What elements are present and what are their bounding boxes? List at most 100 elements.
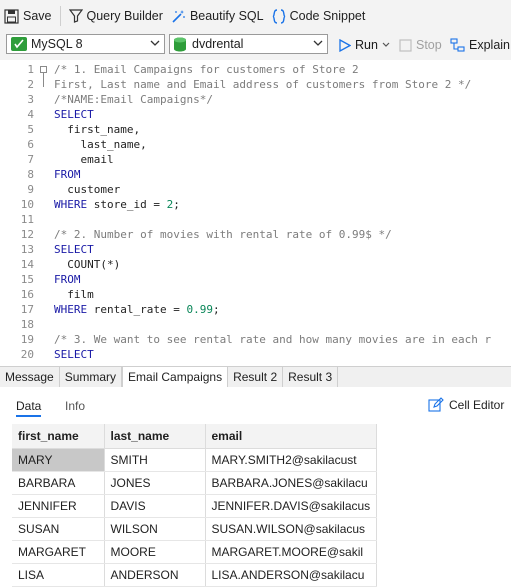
toolbar-divider	[59, 6, 61, 26]
save-label: Save	[23, 9, 52, 23]
code-token: COUNT(*)	[54, 258, 121, 271]
explain-button[interactable]: Explain	[446, 33, 511, 57]
code-token: FROM	[54, 273, 81, 286]
database-select[interactable]: dvdrental	[169, 34, 328, 54]
code-snippet-icon	[272, 8, 286, 24]
table-row[interactable]: SUSAN WILSON SUSAN.WILSON@sakilacus	[12, 517, 378, 541]
table-cell[interactable]: BARBARA.JONES@sakilacu	[205, 471, 378, 495]
column-header[interactable]: first_name	[12, 424, 105, 449]
line-number: 18	[20, 318, 34, 331]
table-cell[interactable]: MARY.SMITH2@sakilacust	[205, 448, 378, 472]
table-cell[interactable]: SMITH	[104, 448, 206, 472]
table-row[interactable]: MARGARET MOORE MARGARET.MOORE@sakil	[12, 540, 378, 564]
table-cell[interactable]: ANDERSON	[104, 563, 206, 587]
code-line: 5 first_name,	[0, 122, 511, 137]
result-tab[interactable]: Result 2	[228, 367, 284, 387]
line-number: 15	[20, 273, 34, 286]
table-cell[interactable]: MOORE	[104, 540, 206, 564]
table-cell[interactable]: JENNIFER.DAVIS@sakilacus	[205, 494, 378, 518]
query-builder-icon	[68, 9, 83, 23]
stop-button[interactable]: Stop	[395, 33, 446, 57]
sql-editor[interactable]: 1 /* 1. Email Campaigns for customers of …	[0, 60, 511, 366]
table-cell[interactable]: LISA.ANDERSON@sakilacu	[205, 563, 378, 587]
stop-icon	[399, 38, 412, 52]
line-number: 7	[27, 153, 34, 166]
connection-type-select[interactable]: MySQL 8	[6, 34, 165, 54]
line-number: 10	[20, 198, 34, 211]
table-row[interactable]: BARBARA JONES BARBARA.JONES@sakilacu	[12, 471, 378, 495]
line-number: 16	[20, 288, 34, 301]
code-token: customer	[54, 183, 121, 196]
result-tab[interactable]: Result 3	[283, 367, 339, 387]
explain-icon	[450, 38, 465, 52]
code-line: 2 First, Last name and Email address of c…	[0, 77, 511, 92]
code-line: 11	[0, 212, 511, 227]
result-tab[interactable]: Summary	[60, 367, 123, 387]
code-token: rental_rate =	[87, 303, 187, 316]
table-cell[interactable]: WILSON	[104, 517, 206, 541]
tab-info[interactable]: Info	[65, 399, 85, 413]
code-text: First, Last name and Email address of cu…	[54, 77, 471, 92]
line-number: 4	[27, 108, 34, 121]
code-text: SELECT	[54, 242, 94, 257]
code-text: WHERE store_id = 2;	[54, 197, 180, 212]
code-token: 0.99	[186, 303, 213, 316]
result-tab[interactable]: Message	[0, 367, 60, 387]
code-token: WHERE	[54, 303, 88, 316]
code-line: 20 SELECT	[0, 347, 511, 362]
code-line: 12 /* 2. Number of movies with rental rat…	[0, 227, 511, 242]
code-text: /* 1. Email Campaigns for customers of S…	[54, 62, 359, 77]
stop-label: Stop	[416, 38, 442, 52]
chevron-down-icon	[150, 40, 160, 46]
code-snippet-button[interactable]: Code Snippet	[268, 4, 370, 28]
cell-editor-button[interactable]: Cell Editor	[428, 397, 504, 413]
table-cell[interactable]: MARGARET	[12, 540, 105, 564]
table-cell[interactable]: DAVIS	[104, 494, 206, 518]
cell-editor-label: Cell Editor	[449, 398, 505, 412]
code-text: SELECT	[54, 347, 94, 362]
table-cell[interactable]: SUSAN	[12, 517, 105, 541]
code-token: last_name,	[54, 138, 147, 151]
column-header[interactable]: last_name	[104, 424, 206, 449]
results-grid: first_name last_name email MARY SMITH MARY.S…	[12, 424, 378, 587]
line-number: 14	[20, 258, 34, 271]
run-button[interactable]: Run	[334, 33, 398, 57]
tab-data[interactable]: Data	[16, 399, 42, 417]
beautify-sql-button[interactable]: Beautify SQL	[167, 4, 268, 28]
code-token: /* 1. Email Campaigns for customers of S…	[54, 63, 359, 76]
table-cell[interactable]: MARY	[12, 448, 105, 472]
save-button[interactable]: Save	[0, 4, 56, 28]
table-cell[interactable]: SUSAN.WILSON@sakilacus	[205, 517, 378, 541]
line-number: 12	[20, 228, 34, 241]
table-cell[interactable]: BARBARA	[12, 471, 105, 495]
code-token: SELECT	[54, 348, 94, 361]
table-row[interactable]: JENNIFER DAVIS JENNIFER.DAVIS@sakilacus	[12, 494, 378, 518]
table-cell[interactable]: MARGARET.MOORE@sakil	[205, 540, 378, 564]
main-toolbar: Save Query Builder Beautify SQL Code Sni…	[0, 0, 511, 33]
code-line: 15 FROM	[0, 272, 511, 287]
query-builder-button[interactable]: Query Builder	[65, 4, 167, 28]
result-tab[interactable]: Email Campaigns	[122, 367, 229, 387]
column-header[interactable]: email	[205, 424, 378, 449]
code-snippet-label: Code Snippet	[289, 9, 366, 23]
fold-toggle-icon[interactable]	[40, 66, 47, 73]
table-cell[interactable]: JENNIFER	[12, 494, 105, 518]
line-number: 13	[20, 243, 34, 256]
code-text: /*NAME:Email Campaigns*/	[54, 92, 213, 107]
fold-guide	[43, 73, 44, 87]
code-line: 1 /* 1. Email Campaigns for customers of …	[0, 62, 511, 77]
code-line: 6 last_name,	[0, 137, 511, 152]
code-line: 18	[0, 317, 511, 332]
table-row[interactable]: LISA ANDERSON LISA.ANDERSON@sakilacu	[12, 563, 378, 587]
code-token: /*NAME:Email Campaigns*/	[54, 93, 213, 106]
code-line: 9 customer	[0, 182, 511, 197]
table-cell[interactable]: JONES	[104, 471, 206, 495]
table-row[interactable]: MARY SMITH MARY.SMITH2@sakilacust	[12, 448, 378, 472]
table-cell[interactable]: LISA	[12, 563, 105, 587]
code-text: COUNT(*)	[54, 257, 120, 272]
code-text: SELECT	[54, 107, 94, 122]
line-number: 20	[20, 348, 34, 361]
database-icon	[174, 37, 186, 51]
code-token: ;	[212, 303, 220, 316]
code-token: WHERE	[54, 198, 88, 211]
